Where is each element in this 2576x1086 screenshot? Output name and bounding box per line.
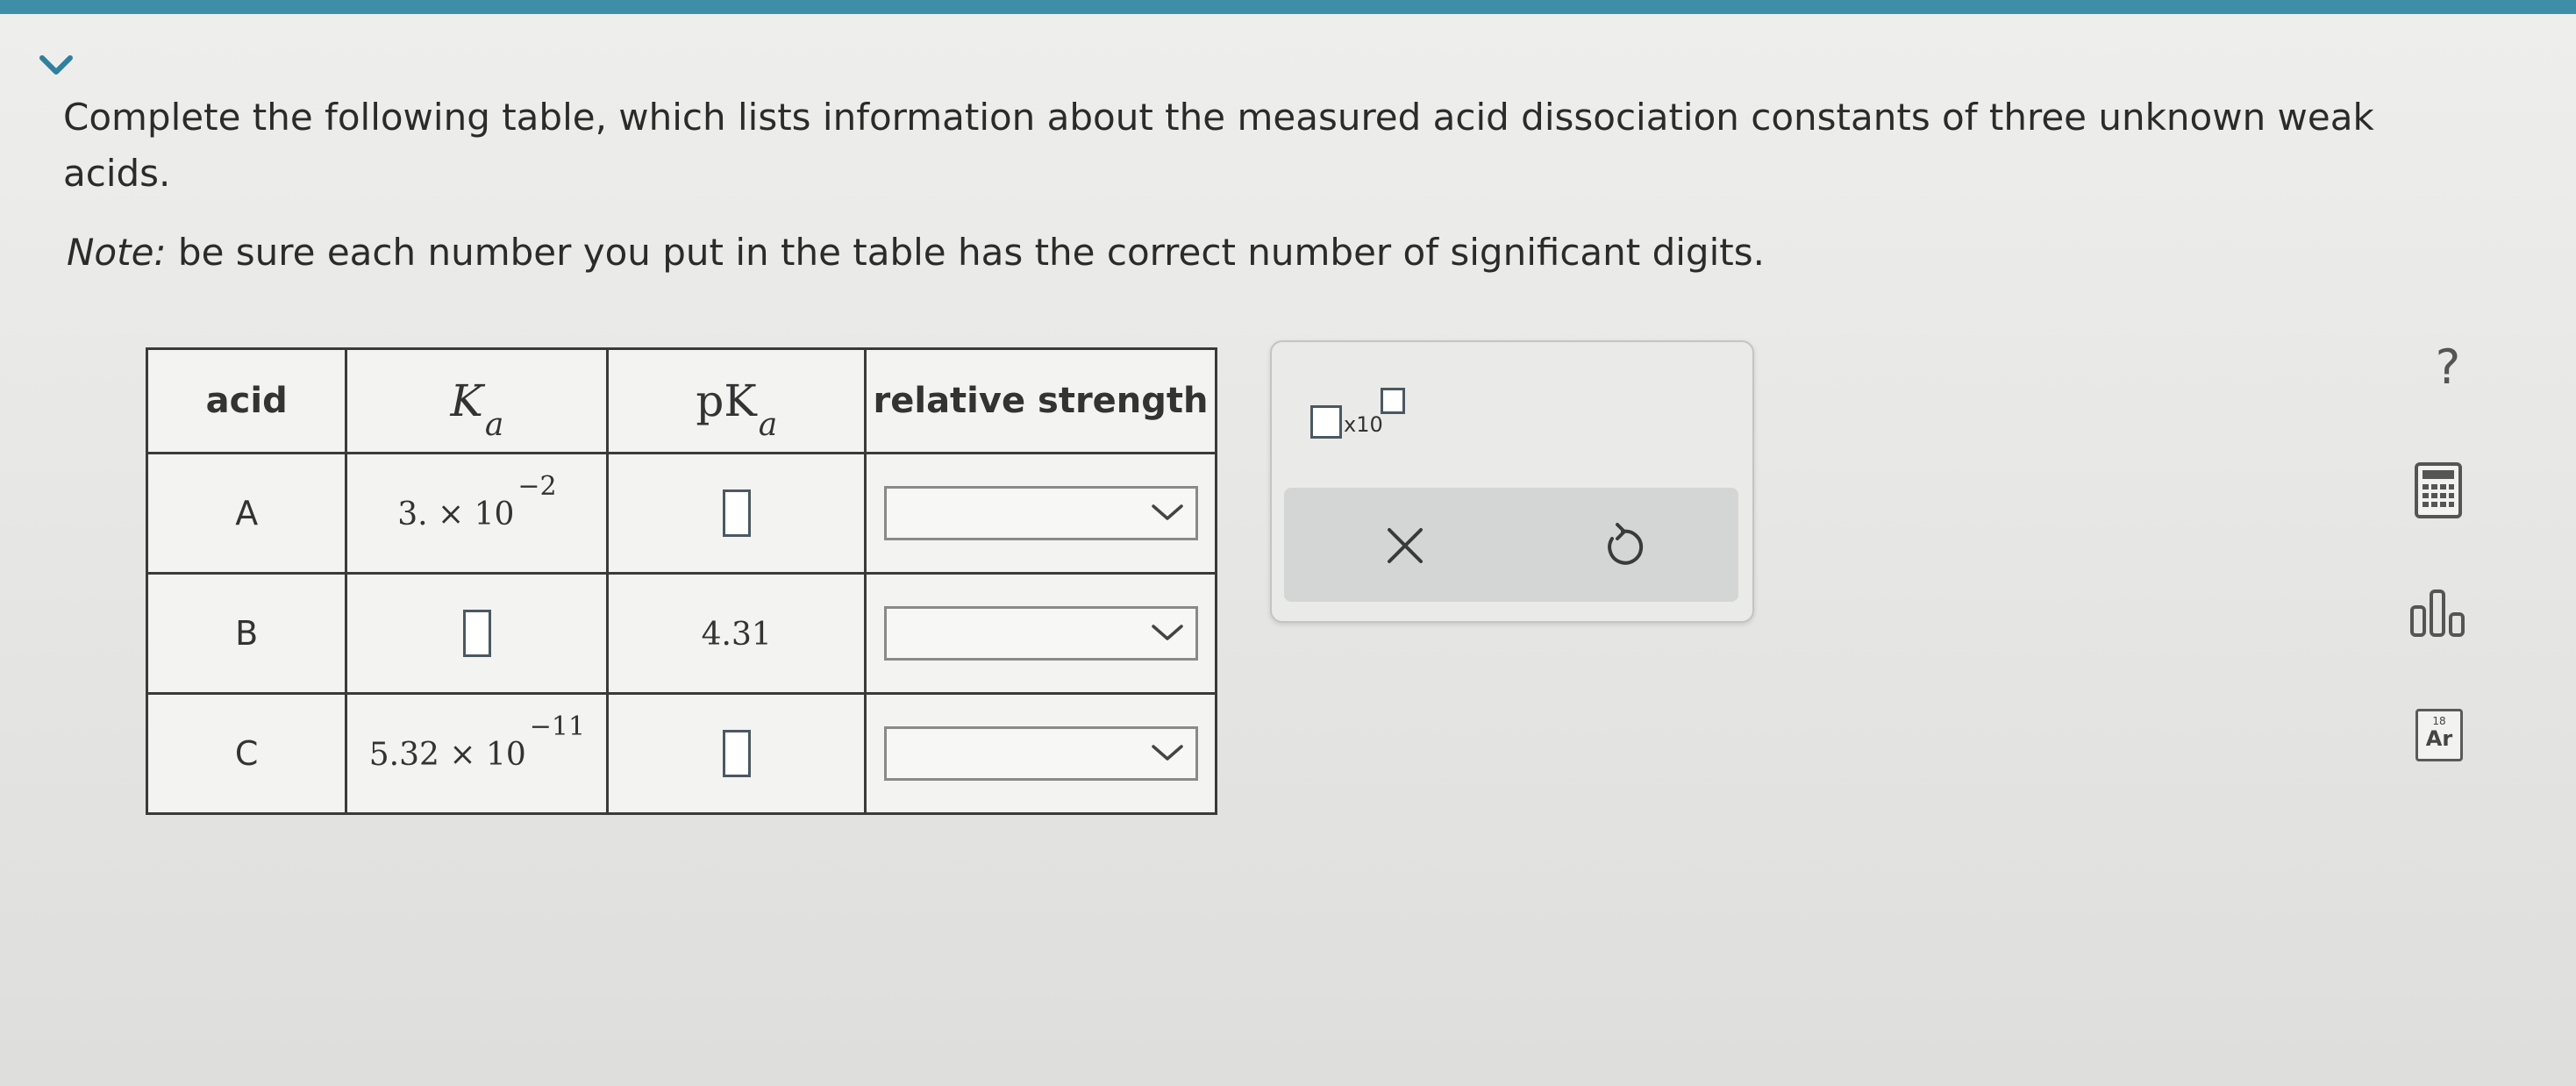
- undo-icon[interactable]: [1596, 519, 1649, 572]
- header-pka: pKa: [606, 347, 867, 454]
- ka-cell: 5.32 × 10−11: [345, 692, 610, 815]
- chevron-down-icon: [1151, 625, 1183, 640]
- note-body: be sure each number you put in the table…: [166, 231, 1765, 274]
- note-label: Note:: [67, 231, 167, 274]
- acid-cell: C: [145, 692, 348, 815]
- acid-cell: A: [145, 452, 348, 575]
- relative-strength-cell: [864, 692, 1217, 815]
- pka-input[interactable]: [722, 730, 751, 777]
- pka-cell: [606, 692, 867, 815]
- relative-strength-cell: [864, 452, 1217, 575]
- pka-value: 4.31: [701, 617, 772, 653]
- ka-mantissa: 3. × 10: [397, 497, 515, 532]
- pka-input[interactable]: [722, 489, 751, 537]
- ka-cell: [345, 572, 610, 695]
- ka-cell: 3. × 10−2: [345, 452, 610, 575]
- top-bar: [0, 0, 2576, 14]
- pka-subscript: a: [758, 407, 778, 443]
- ka-value: 3. × 10−2: [397, 471, 556, 532]
- calculator-icon[interactable]: [2414, 461, 2463, 519]
- table-row: C 5.32 × 10−11: [145, 692, 1217, 815]
- bar-chart-icon[interactable]: [2408, 588, 2473, 639]
- relative-strength-select[interactable]: [883, 606, 1198, 661]
- relative-strength-cell: [864, 572, 1217, 695]
- relative-strength-select[interactable]: [883, 726, 1198, 781]
- periodic-table-icon[interactable]: 18 Ar: [2415, 709, 2463, 761]
- pka-cell: [606, 452, 867, 575]
- chevron-down-icon: [1151, 745, 1183, 761]
- pka-cell: 4.31: [606, 572, 867, 695]
- base-box-icon: [1310, 405, 1342, 439]
- ka-subscript: a: [484, 407, 504, 443]
- ka-input[interactable]: [462, 610, 491, 657]
- answer-tool-panel: x10: [1270, 340, 1754, 623]
- exponent-box-icon: [1381, 388, 1405, 414]
- ka-exponent: −2: [517, 471, 557, 502]
- periodic-table-symbol: Ar: [2425, 726, 2453, 751]
- clear-icon[interactable]: [1379, 519, 1431, 572]
- table-row: B 4.31: [145, 572, 1217, 695]
- acid-table: acid Ka pKa relative strength A 3. × 10−…: [145, 347, 1217, 815]
- ka-value: 5.32 × 10−11: [368, 711, 585, 773]
- ka-letter: K: [450, 375, 483, 426]
- ka-exponent: −11: [529, 711, 586, 742]
- sci-notation-label: x10: [1344, 412, 1383, 437]
- pka-prefix: pK: [696, 375, 757, 426]
- collapse-chevron-icon[interactable]: [39, 53, 74, 79]
- periodic-table-number: 18: [2432, 715, 2446, 727]
- scientific-notation-button[interactable]: x10: [1310, 388, 1416, 449]
- question-text: Complete the following table, which list…: [63, 96, 2374, 195]
- relative-strength-select[interactable]: [883, 486, 1198, 540]
- note-text: Note: be sure each number you put in the…: [67, 226, 2084, 279]
- header-ka: Ka: [345, 347, 610, 454]
- chevron-down-icon: [1151, 504, 1183, 520]
- acid-cell: B: [145, 572, 348, 695]
- help-icon[interactable]: ?: [2417, 337, 2479, 398]
- tool-actions-bar: [1284, 488, 1738, 602]
- header-acid: acid: [145, 347, 348, 454]
- header-relative-strength: relative strength: [864, 347, 1217, 454]
- ka-mantissa: 5.32 × 10: [368, 737, 526, 773]
- table-row: A 3. × 10−2: [145, 452, 1217, 575]
- table-header-row: acid Ka pKa relative strength: [145, 347, 1217, 454]
